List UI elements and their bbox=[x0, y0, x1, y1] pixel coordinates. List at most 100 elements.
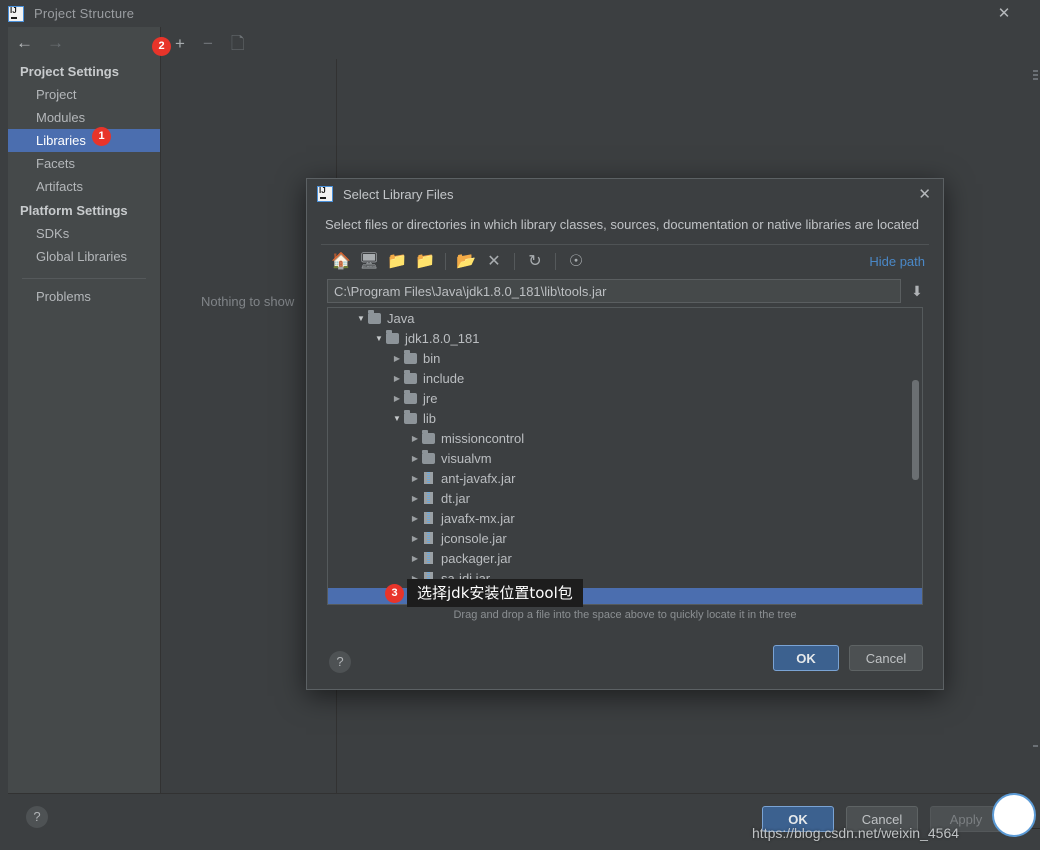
tree-row[interactable]: ▶ missioncontrol bbox=[328, 428, 922, 448]
empty-state-text: Nothing to show bbox=[201, 294, 295, 309]
sidebar-divider bbox=[22, 278, 146, 279]
path-input[interactable]: C:\Program Files\Java\jdk1.8.0_181\lib\t… bbox=[327, 279, 901, 303]
dialog-cancel-button[interactable]: Cancel bbox=[849, 645, 923, 671]
folder-icon bbox=[386, 329, 399, 344]
tree-row[interactable]: ▶ dt.jar bbox=[328, 488, 922, 508]
dialog-titlebar: Select Library Files bbox=[307, 179, 943, 209]
sidebar-item-facets[interactable]: Facets bbox=[8, 152, 160, 175]
tree-row-label: dt.jar bbox=[441, 490, 470, 506]
tree-row[interactable]: ▶ packager.jar bbox=[328, 548, 922, 568]
settings-sidebar: ← → Project Settings Project Modules Lib… bbox=[8, 27, 161, 793]
file-chooser-toolbar: 🏠 🖥 📁 📁 📂 ✕ ↻ ☉ Hide path bbox=[307, 245, 943, 277]
chevron-down-icon[interactable]: ▼ bbox=[354, 314, 368, 323]
tree-row-label: bin bbox=[423, 350, 441, 366]
tree-row[interactable]: ▶ visualvm bbox=[328, 448, 922, 468]
remove-icon[interactable]: − bbox=[203, 35, 213, 52]
window-footer: ? OK Cancel Apply bbox=[8, 793, 1024, 850]
dialog-close-icon[interactable]: ✕ bbox=[918, 185, 931, 203]
sidebar-item-project[interactable]: Project bbox=[8, 83, 160, 106]
chevron-right-icon[interactable]: ▶ bbox=[408, 454, 422, 463]
download-arrow-icon[interactable]: ⬇ bbox=[909, 283, 925, 300]
folder-icon bbox=[422, 429, 435, 444]
libraries-toolbar: + − 🗋 bbox=[161, 27, 1024, 59]
tree-row[interactable]: ▶ jre bbox=[328, 388, 922, 408]
tree-row[interactable]: ▼ Java bbox=[328, 308, 922, 328]
delete-icon[interactable]: ✕ bbox=[480, 249, 508, 273]
tree-row-label: include bbox=[423, 370, 465, 386]
annotation-badge-1: 1 bbox=[92, 127, 111, 146]
dialog-button-group: OK Cancel bbox=[773, 645, 923, 671]
desktop-icon[interactable]: 🖥 bbox=[355, 249, 383, 273]
chevron-right-icon[interactable]: ▶ bbox=[408, 534, 422, 543]
annotation-badge-2: 2 bbox=[152, 37, 171, 56]
toolbar-separator bbox=[555, 252, 556, 270]
tree-row[interactable]: ▶ ant-javafx.jar bbox=[328, 468, 922, 488]
annotation-badge-3: 3 bbox=[385, 584, 404, 603]
refresh-icon[interactable]: ↻ bbox=[521, 249, 549, 273]
chevron-down-icon[interactable]: ▼ bbox=[390, 414, 404, 423]
select-library-files-dialog: Select Library Files ✕ Select files or d… bbox=[306, 178, 944, 690]
intellij-idea-logo-icon bbox=[317, 186, 333, 202]
tree-row-label: ant-javafx.jar bbox=[441, 470, 516, 486]
sidebar-item-global-libraries[interactable]: Global Libraries bbox=[8, 245, 160, 268]
help-icon[interactable]: ? bbox=[26, 806, 48, 828]
tree-row-label: visualvm bbox=[441, 450, 492, 466]
folder-icon bbox=[404, 369, 417, 384]
folder-open-icon[interactable]: 📁 bbox=[383, 249, 411, 273]
dialog-description: Select files or directories in which lib… bbox=[325, 217, 919, 232]
close-icon[interactable]: ✕ bbox=[994, 4, 1014, 24]
tree-row[interactable]: ▶ jconsole.jar bbox=[328, 528, 922, 548]
tree-row[interactable]: ▼ jdk1.8.0_181 bbox=[328, 328, 922, 348]
chevron-down-icon[interactable]: ▼ bbox=[372, 334, 386, 343]
sidebar-item-artifacts[interactable]: Artifacts bbox=[8, 175, 160, 198]
home-icon[interactable]: 🏠 bbox=[327, 249, 355, 273]
arrow-left-icon[interactable]: ← bbox=[16, 33, 33, 53]
tree-row[interactable]: ▶ include bbox=[328, 368, 922, 388]
chevron-right-icon[interactable]: ▶ bbox=[408, 474, 422, 483]
annotation-tooltip: 选择jdk安装位置tool包 bbox=[407, 579, 583, 607]
dialog-help-icon[interactable]: ? bbox=[329, 651, 351, 673]
toolbar-separator bbox=[514, 252, 515, 270]
project-folder-icon[interactable]: 📁 bbox=[411, 249, 439, 273]
chevron-right-icon[interactable]: ▶ bbox=[408, 434, 422, 443]
chevron-right-icon[interactable]: ▶ bbox=[390, 374, 404, 383]
dialog-title: Select Library Files bbox=[343, 186, 454, 202]
tree-scrollbar[interactable] bbox=[912, 380, 919, 480]
jar-file-icon bbox=[424, 492, 433, 504]
jar-file-icon bbox=[424, 552, 433, 564]
tree-row-label: jconsole.jar bbox=[441, 530, 507, 546]
tree-row-label: packager.jar bbox=[441, 550, 512, 566]
arrow-right-icon[interactable]: → bbox=[47, 33, 64, 53]
intellij-idea-logo-icon bbox=[8, 5, 24, 22]
chevron-right-icon[interactable]: ▶ bbox=[390, 394, 404, 403]
sidebar-group-project-settings: Project Settings bbox=[20, 64, 119, 79]
chevron-right-icon[interactable]: ▶ bbox=[408, 554, 422, 563]
chevron-right-icon[interactable]: ▶ bbox=[390, 354, 404, 363]
hide-path-link[interactable]: Hide path bbox=[869, 254, 925, 269]
show-hidden-files-icon[interactable]: ☉ bbox=[562, 249, 590, 273]
sidebar-nav-buttons: ← → bbox=[8, 27, 160, 59]
sidebar-group-platform-settings: Platform Settings bbox=[20, 203, 128, 218]
folder-icon bbox=[368, 309, 381, 324]
tree-row-label: javafx-mx.jar bbox=[441, 510, 515, 526]
tree-row-label: jdk1.8.0_181 bbox=[405, 330, 480, 346]
sidebar-item-problems[interactable]: Problems bbox=[8, 285, 160, 308]
sidebar-item-sdks[interactable]: SDKs bbox=[8, 222, 160, 245]
copy-icon[interactable]: 🗋 bbox=[231, 35, 245, 52]
tree-row[interactable]: ▼ lib bbox=[328, 408, 922, 428]
tree-row[interactable]: ▶ bin bbox=[328, 348, 922, 368]
toolbar-separator bbox=[445, 252, 446, 270]
chevron-right-icon[interactable]: ▶ bbox=[408, 494, 422, 503]
dialog-ok-button[interactable]: OK bbox=[773, 645, 839, 671]
screen-root: h ) nf ja f 6: Messages 9: TODO Terminal… bbox=[0, 0, 1040, 850]
sidebar-item-libraries[interactable]: Libraries bbox=[8, 129, 160, 152]
new-folder-icon[interactable]: 📂 bbox=[452, 249, 480, 273]
sidebar-item-modules[interactable]: Modules bbox=[8, 106, 160, 129]
chevron-right-icon[interactable]: ▶ bbox=[408, 514, 422, 523]
tree-row[interactable]: ▶ javafx-mx.jar bbox=[328, 508, 922, 528]
add-icon[interactable]: + bbox=[175, 35, 185, 52]
tree-row-label: jre bbox=[423, 390, 438, 406]
cursor-highlight bbox=[992, 793, 1036, 837]
path-row: C:\Program Files\Java\jdk1.8.0_181\lib\t… bbox=[307, 277, 943, 303]
file-tree[interactable]: ▼ Java ▼ jdk1.8.0_181 ▶ bin ▶ include ▶ jre ▼ lib ▶ m… bbox=[327, 307, 923, 605]
